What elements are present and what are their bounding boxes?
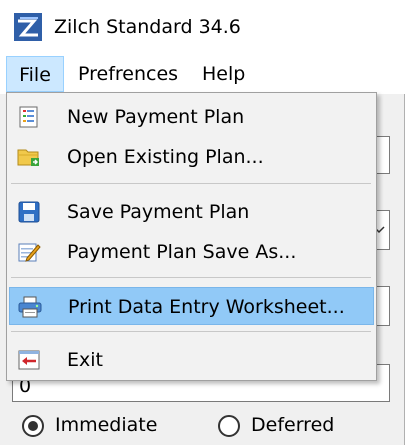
menu-file[interactable]: File	[6, 56, 64, 92]
window-title: Zilch Standard 34.6	[54, 16, 241, 38]
exit-icon	[18, 350, 40, 370]
menu-item-save-payment-plan[interactable]: Save Payment Plan	[9, 193, 374, 231]
menu-item-label: Payment Plan Save As...	[67, 241, 297, 263]
menu-item-label: Open Existing Plan...	[67, 146, 264, 168]
app-window: Zilch Standard 34.6 File Prefrences Help…	[0, 0, 405, 445]
radio-deferred[interactable]	[218, 415, 240, 437]
menu-separator	[11, 277, 371, 278]
save-as-icon	[18, 243, 41, 262]
radio-immediate-label: Immediate	[55, 414, 158, 436]
menu-item-label: Print Data Entry Worksheet...	[68, 296, 345, 318]
new-document-icon	[19, 106, 38, 128]
menu-item-payment-plan-save-as[interactable]: Payment Plan Save As...	[9, 233, 374, 271]
menu-help[interactable]: Help	[192, 56, 255, 92]
radio-immediate[interactable]	[22, 415, 44, 437]
printer-icon	[18, 296, 42, 318]
menu-separator	[11, 331, 371, 332]
radio-deferred-label: Deferred	[251, 414, 335, 436]
menu-item-exit[interactable]: Exit	[9, 341, 374, 379]
title-bar: Zilch Standard 34.6	[0, 0, 405, 54]
menu-item-label: Save Payment Plan	[67, 201, 250, 223]
menu-item-label: New Payment Plan	[67, 106, 245, 128]
save-disk-icon	[18, 201, 40, 223]
menu-item-label: Exit	[67, 349, 103, 371]
menu-item-new-payment-plan[interactable]: New Payment Plan	[9, 98, 374, 136]
open-folder-icon	[17, 149, 39, 166]
menu-item-print-data-entry-worksheet[interactable]: Print Data Entry Worksheet...	[9, 287, 374, 325]
menu-preferences[interactable]: Prefrences	[68, 56, 188, 92]
zilch-logo-icon	[14, 13, 42, 41]
menu-item-open-existing-plan[interactable]: Open Existing Plan...	[9, 138, 374, 176]
menu-separator	[11, 183, 371, 184]
file-menu-dropdown: New Payment Plan Open Existing Plan... S…	[6, 92, 377, 381]
